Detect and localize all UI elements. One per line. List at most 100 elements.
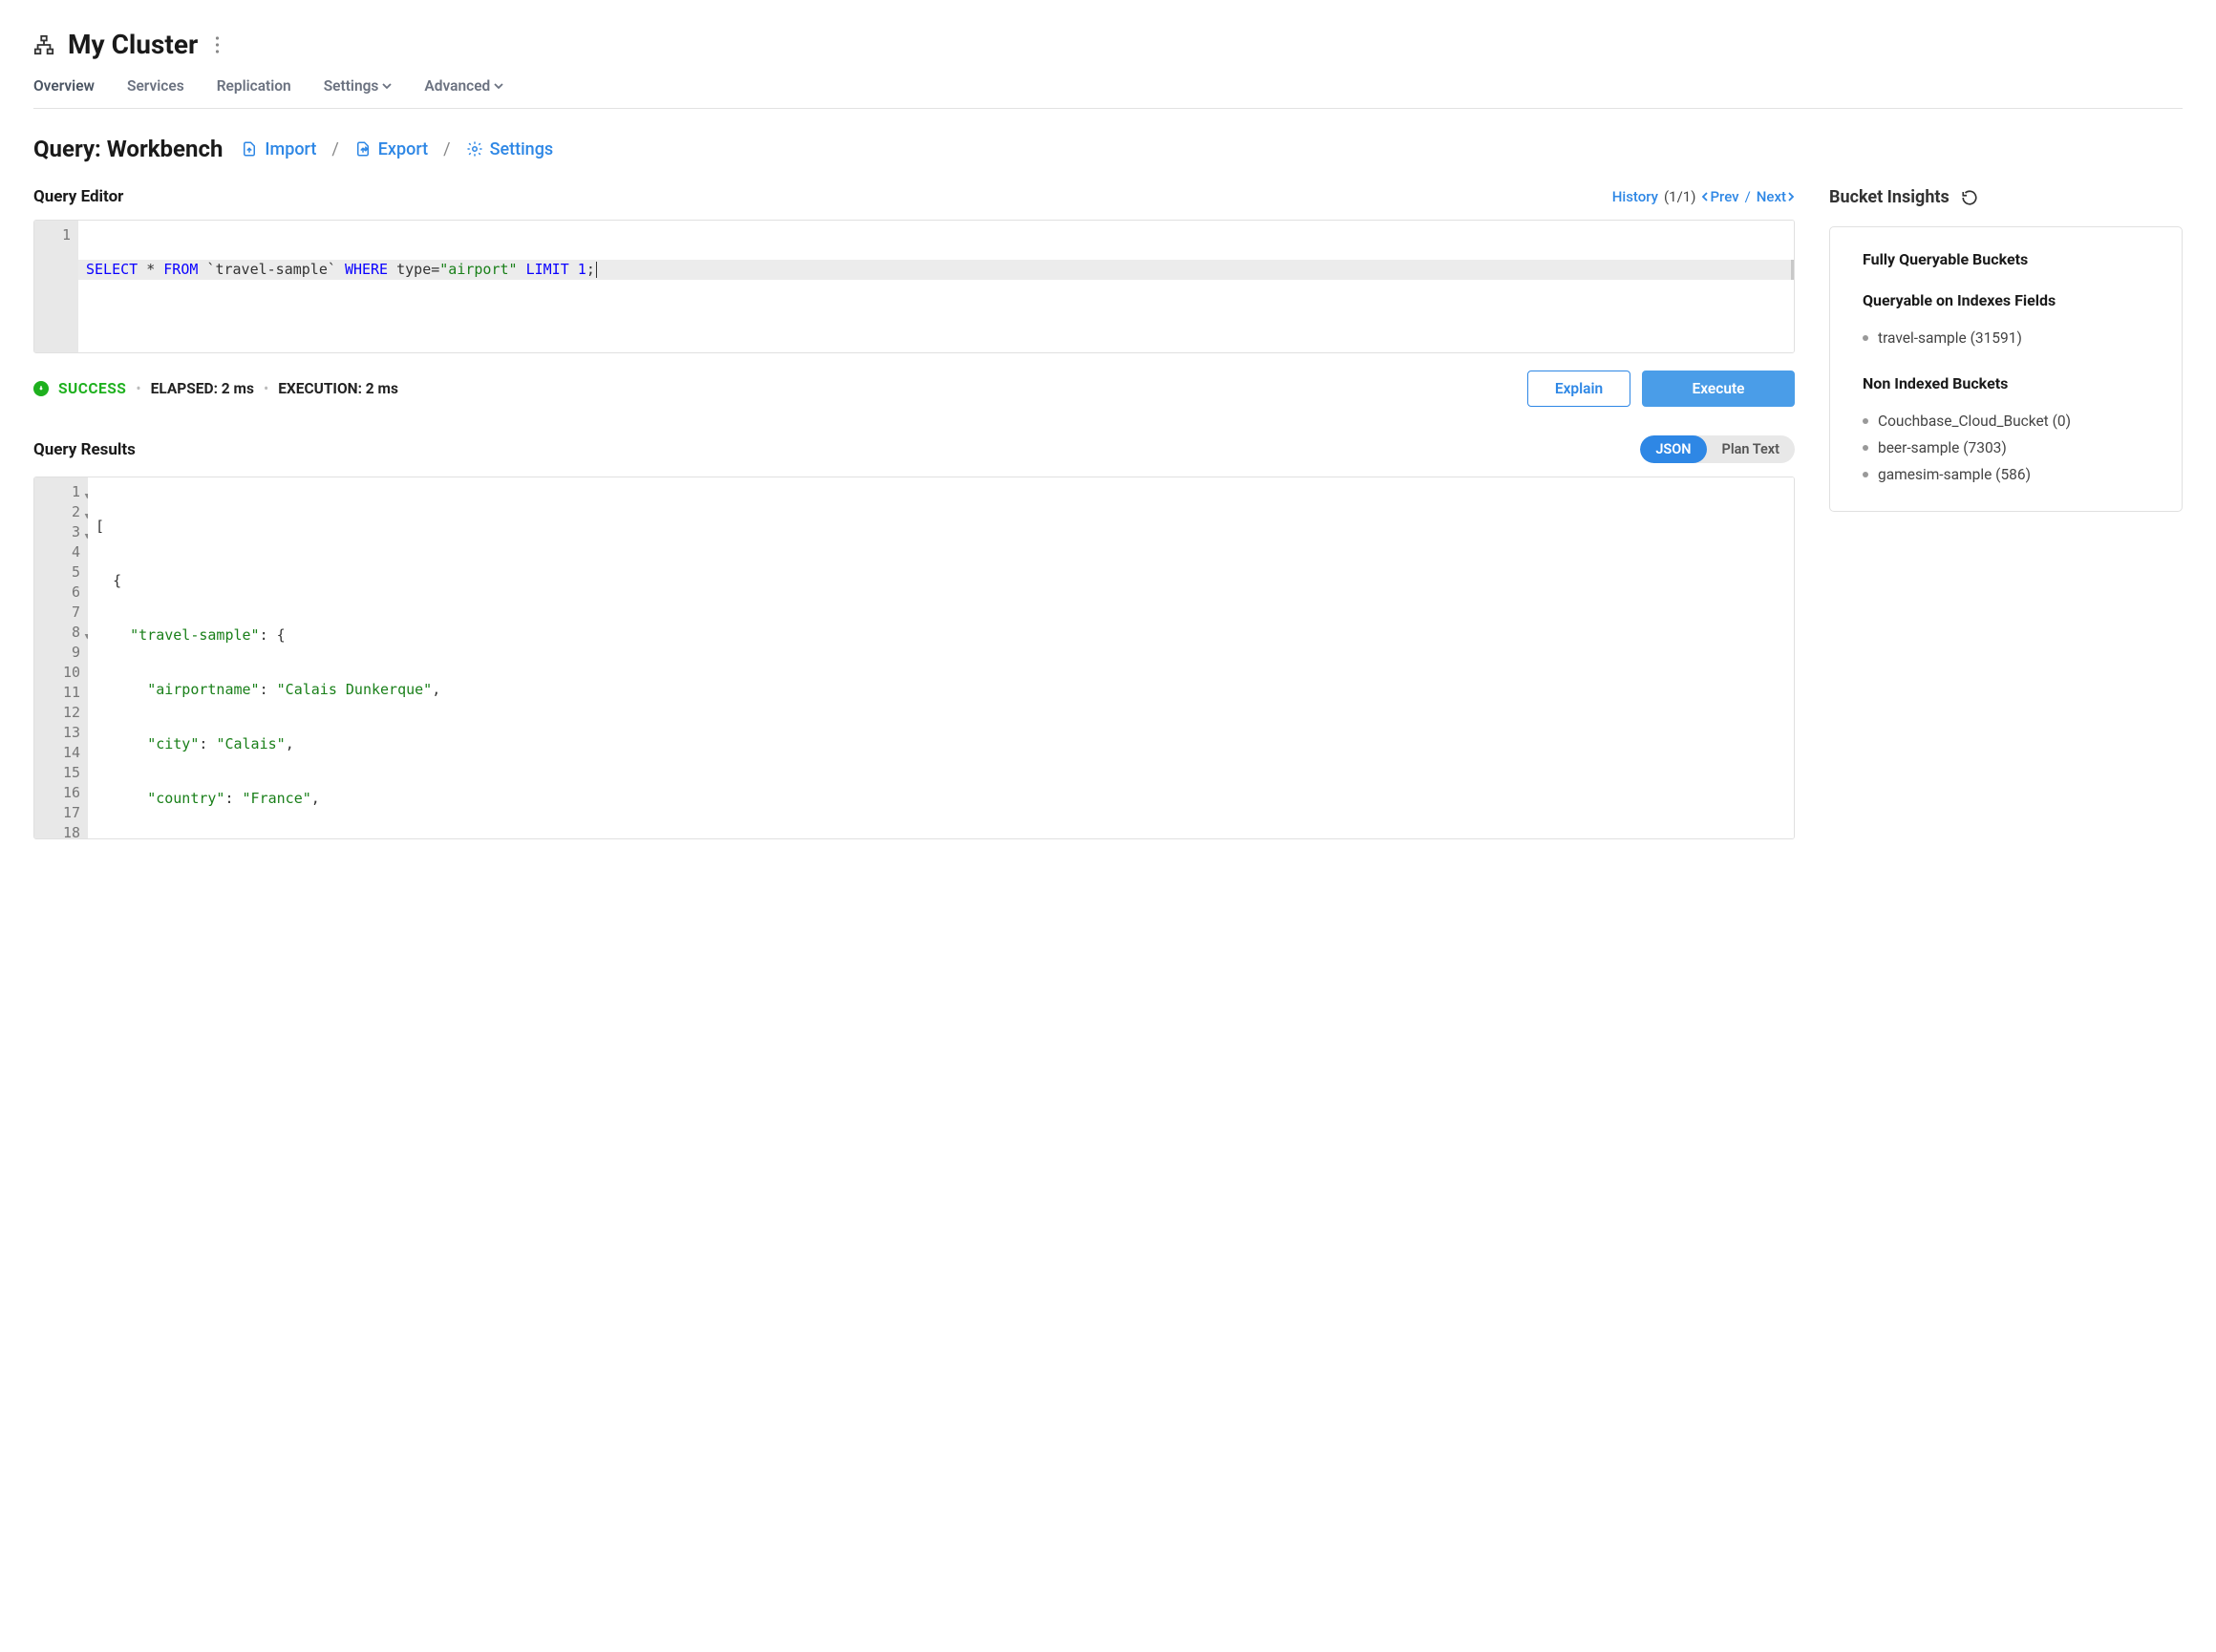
bucket-item-gamesim[interactable]: gamesim-sample (586) (1863, 461, 2149, 488)
line-number: 3▼ (34, 522, 88, 542)
export-icon (354, 140, 372, 158)
bucket-item-label: beer-sample (7303) (1878, 439, 2007, 456)
line-number: 10 (34, 663, 88, 683)
insights-non-indexed: Non Indexed Buckets (1863, 374, 2149, 392)
line-number: 16 (34, 783, 88, 803)
cluster-icon (33, 34, 54, 55)
tab-services[interactable]: Services (127, 77, 184, 108)
status-success: SUCCESS (58, 380, 126, 397)
export-button[interactable]: Export (354, 139, 428, 159)
action-separator: / (331, 139, 338, 159)
bullet-icon (1863, 335, 1868, 341)
line-number: 4 (34, 542, 88, 562)
insights-card: Fully Queryable Buckets Queryable on Ind… (1829, 226, 2183, 512)
tab-overview[interactable]: Overview (33, 77, 95, 108)
line-number: 9 (34, 643, 88, 663)
insights-title: Bucket Insights (1829, 187, 1950, 207)
line-number: 15 (34, 763, 88, 783)
gear-icon (466, 140, 483, 158)
status-row: SUCCESS • ELAPSED: 2 ms • EXECUTION: 2 m… (33, 371, 1795, 407)
more-menu-icon[interactable] (211, 32, 224, 57)
line-number: 11 (34, 683, 88, 703)
line-number: 18 (34, 823, 88, 839)
line-number: 5 (34, 562, 88, 582)
history-next-label: Next (1757, 188, 1786, 205)
results-viewer[interactable]: 1▼ 2▼ 3▼ 4 5 6 7 8▼ 9 10 11 12 13 14 15 … (33, 477, 1795, 839)
chevron-down-icon (382, 83, 392, 89)
refresh-icon[interactable] (1961, 189, 1978, 206)
bucket-item-beer[interactable]: beer-sample (7303) (1863, 434, 2149, 461)
status-separator: • (264, 380, 268, 397)
results-header: Query Results JSON Plan Text (33, 435, 1795, 463)
bucket-item-label: Couchbase_Cloud_Bucket (0) (1878, 413, 2071, 430)
elapsed-label: ELAPSED: (151, 380, 218, 397)
status-separator: • (136, 380, 140, 397)
editor-title: Query Editor (33, 187, 123, 206)
line-number: 17 (34, 803, 88, 823)
history-separator: / (1745, 188, 1751, 205)
import-button[interactable]: Import (241, 139, 316, 159)
editor-gutter: 1 (34, 221, 78, 352)
results-format-segmented: JSON Plan Text (1640, 435, 1795, 463)
execution-value: 2 ms (362, 380, 398, 397)
tab-settings[interactable]: Settings (324, 77, 393, 108)
tab-advanced[interactable]: Advanced (424, 77, 503, 108)
cluster-header: My Cluster (33, 29, 2183, 60)
history-next-button[interactable]: Next (1757, 188, 1795, 205)
line-number: 8▼ (34, 623, 88, 643)
bucket-item-travel[interactable]: travel-sample (31591) (1863, 325, 2149, 351)
history-count: (1/1) (1664, 188, 1695, 205)
history-controls: History (1/1) Prev / Next (1612, 188, 1795, 205)
line-number: 2▼ (34, 502, 88, 522)
line-number: 1 (34, 225, 78, 245)
chevron-right-icon (1788, 192, 1795, 201)
execute-button[interactable]: Execute (1642, 371, 1795, 407)
elapsed-value: 2 ms (218, 380, 254, 397)
bucket-item-cloud[interactable]: Couchbase_Cloud_Bucket (0) (1863, 408, 2149, 434)
query-settings-button[interactable]: Settings (466, 139, 554, 159)
query-settings-label: Settings (490, 139, 554, 159)
execution-label: EXECUTION: (278, 380, 362, 397)
insights-header: Bucket Insights (1829, 187, 2183, 207)
seg-json[interactable]: JSON (1640, 435, 1706, 463)
tab-replication[interactable]: Replication (217, 77, 291, 108)
line-number: 12 (34, 703, 88, 723)
page-title-row: Query: Workbench Import / Export / Setti… (33, 136, 2183, 162)
history-prev-label: Prev (1710, 188, 1738, 205)
insights-queryable-indexes: Queryable on Indexes Fields (1863, 291, 2149, 309)
success-icon (33, 381, 49, 396)
results-code-area[interactable]: [ { "travel-sample": { "airportname": "C… (88, 477, 1794, 838)
export-label: Export (378, 139, 428, 159)
import-icon (241, 140, 258, 158)
seg-plan-text[interactable]: Plan Text (1707, 435, 1795, 463)
bullet-icon (1863, 445, 1868, 451)
cluster-title: My Cluster (68, 29, 198, 60)
status-left: SUCCESS • ELAPSED: 2 ms • EXECUTION: 2 m… (33, 380, 398, 397)
line-number: 14 (34, 743, 88, 763)
bucket-item-label: travel-sample (31591) (1878, 329, 2022, 347)
history-link[interactable]: History (1612, 188, 1658, 205)
import-label: Import (265, 139, 316, 159)
results-title: Query Results (33, 440, 136, 459)
line-number: 1▼ (34, 482, 88, 502)
results-gutter: 1▼ 2▼ 3▼ 4 5 6 7 8▼ 9 10 11 12 13 14 15 … (34, 477, 88, 838)
chevron-left-icon (1701, 192, 1708, 201)
editor-header: Query Editor History (1/1) Prev / Next (33, 187, 1795, 206)
history-prev-button[interactable]: Prev (1701, 188, 1738, 205)
bullet-icon (1863, 472, 1868, 477)
page-title: Query: Workbench (33, 136, 223, 162)
explain-button[interactable]: Explain (1527, 371, 1630, 407)
status-right: Explain Execute (1527, 371, 1795, 407)
line-number: 7 (34, 603, 88, 623)
tab-advanced-label: Advanced (424, 77, 490, 95)
cluster-tabs: Overview Services Replication Settings A… (33, 77, 2183, 109)
query-editor[interactable]: 1 SELECT * FROM `travel-sample` WHERE ty… (33, 220, 1795, 353)
line-number: 13 (34, 723, 88, 743)
bullet-icon (1863, 418, 1868, 424)
chevron-down-icon (494, 83, 503, 89)
action-separator: / (443, 139, 450, 159)
tab-settings-label: Settings (324, 77, 379, 95)
line-number: 6 (34, 582, 88, 603)
insights-fully-queryable: Fully Queryable Buckets (1863, 250, 2149, 268)
query-code-area[interactable]: SELECT * FROM `travel-sample` WHERE type… (78, 221, 1794, 352)
